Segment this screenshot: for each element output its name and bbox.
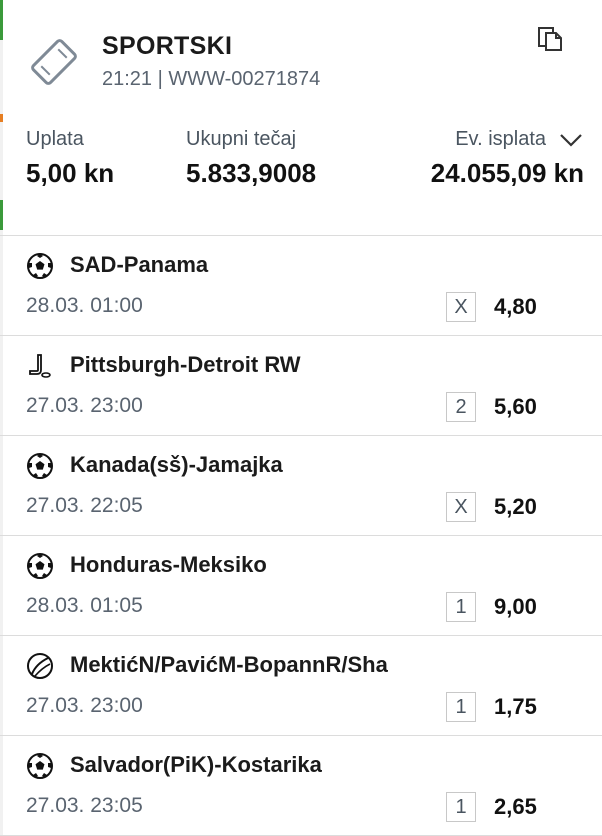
odd-value: 1,75 — [494, 694, 537, 719]
payout-label[interactable]: Ev. isplata — [455, 128, 546, 151]
match-name: Honduras-Meksiko — [70, 552, 267, 577]
soccer-ball-icon — [27, 553, 53, 579]
total-odds-label: Ukupni tečaj — [186, 128, 297, 150]
pick-box: X — [446, 492, 476, 522]
ticket-icon — [31, 39, 77, 85]
ticket-header: SPORTSKI 21:21 | WWW-00271874 — [0, 0, 602, 100]
pick-box: 1 — [446, 792, 476, 822]
bet-row[interactable]: Kanada(sš)-Jamajka 27.03. 22:05 X 5,20 — [0, 436, 602, 536]
bet-row[interactable]: MektićN/PavićM-BopannR/Sha 27.03. 23:00 … — [0, 636, 602, 736]
match-name: Kanada(sš)-Jamajka — [70, 452, 283, 477]
odd-value: 5,20 — [494, 494, 537, 519]
match-date: 28.03. 01:05 — [26, 594, 143, 617]
payout-value: 24.055,09 kn — [430, 158, 584, 188]
odd-value: 2,65 — [494, 794, 537, 819]
soccer-ball-icon — [27, 253, 53, 279]
odd-value: 4,80 — [494, 294, 537, 319]
match-date: 28.03. 01:00 — [26, 294, 143, 317]
ticket-subtitle: 21:21 | WWW-00271874 — [102, 68, 321, 90]
total-odds-value: 5.833,9008 — [186, 158, 317, 188]
payment-value: 5,00 kn — [26, 158, 115, 188]
odd-value: 9,00 — [494, 594, 537, 619]
match-name: MektićN/PavićM-BopannR/Sha — [70, 652, 388, 677]
bet-row[interactable]: Salvador(PiK)-Kostarika 27.03. 23:05 1 2… — [0, 736, 602, 836]
copy-icon[interactable] — [537, 26, 563, 52]
odd-value: 5,60 — [494, 394, 537, 419]
pick-box: X — [446, 292, 476, 322]
chevron-down-icon[interactable] — [559, 132, 583, 148]
ticket-title: SPORTSKI — [102, 32, 233, 60]
soccer-ball-icon — [27, 453, 53, 479]
pick-box: 2 — [446, 392, 476, 422]
soccer-ball-icon — [27, 753, 53, 779]
tennis-ball-icon — [27, 653, 53, 679]
pick-box: 1 — [446, 592, 476, 622]
hockey-stick-icon — [29, 354, 51, 378]
payment-label: Uplata — [26, 128, 84, 150]
ticket-summary: Uplata 5,00 kn Ukupni tečaj 5.833,9008 E… — [0, 120, 602, 235]
match-name: Salvador(PiK)-Kostarika — [70, 752, 322, 777]
match-name: Pittsburgh-Detroit RW — [70, 352, 301, 377]
match-date: 27.03. 22:05 — [26, 494, 143, 517]
match-date: 27.03. 23:00 — [26, 394, 143, 417]
bet-row[interactable]: Honduras-Meksiko 28.03. 01:05 1 9,00 — [0, 536, 602, 636]
bet-row[interactable]: SAD-Panama 28.03. 01:00 X 4,80 — [0, 236, 602, 336]
bet-row[interactable]: Pittsburgh-Detroit RW 27.03. 23:00 2 5,6… — [0, 336, 602, 436]
match-name: SAD-Panama — [70, 252, 209, 277]
match-date: 27.03. 23:05 — [26, 794, 143, 817]
pick-box: 1 — [446, 692, 476, 722]
match-date: 27.03. 23:00 — [26, 694, 143, 717]
